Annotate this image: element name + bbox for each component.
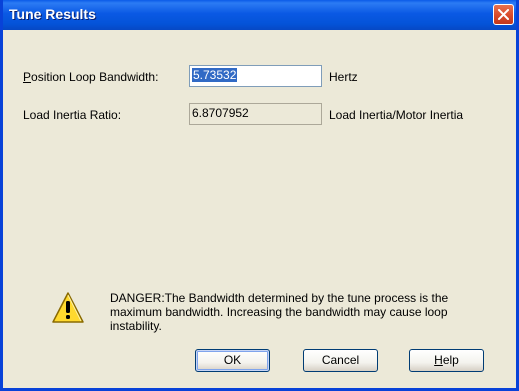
danger-message: DANGER:The Bandwidth determined by the t… [110, 291, 449, 333]
help-mnemonic: H [434, 353, 443, 367]
warning-icon [52, 292, 84, 323]
ok-button[interactable]: OK [195, 349, 270, 372]
bandwidth-input[interactable]: 5.73532 [189, 65, 322, 87]
help-button[interactable]: Help [409, 349, 484, 372]
bandwidth-label-mnemonic: P [23, 70, 32, 84]
inertia-unit: Load Inertia/Motor Inertia [329, 108, 464, 122]
tune-results-dialog: Tune Results Position Loop Bandwidth: 5.… [0, 0, 519, 391]
close-icon [498, 9, 509, 20]
window-title: Tune Results [9, 6, 96, 22]
bandwidth-value: 5.73532 [192, 68, 238, 82]
inertia-field: 6.8707952 [189, 103, 322, 125]
cancel-button[interactable]: Cancel [303, 349, 378, 372]
help-label: elp [442, 353, 459, 367]
inertia-label: Load Inertia Ratio: [23, 108, 122, 122]
bandwidth-label: Position Loop Bandwidth: [23, 70, 158, 84]
bandwidth-label-text: osition Loop Bandwidth: [31, 70, 159, 84]
inertia-value: 6.8707952 [192, 106, 249, 120]
bandwidth-unit: Hertz [329, 70, 358, 84]
close-button[interactable] [493, 4, 514, 25]
title-bar[interactable]: Tune Results [3, 0, 516, 30]
